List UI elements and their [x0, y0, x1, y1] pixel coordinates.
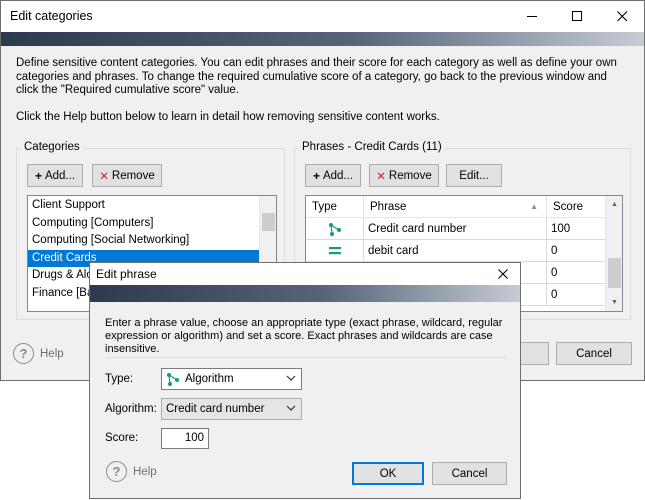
title-bar: Edit categories: [1, 1, 644, 32]
help-label: Help: [40, 347, 64, 360]
algorithm-icon: [328, 222, 341, 236]
phrases-scrollbar-thumb[interactable]: [608, 258, 621, 288]
phrase-row[interactable]: Credit card number 100: [306, 218, 607, 240]
remove-category-button[interactable]: ✕ Remove: [92, 164, 162, 187]
score-column-header[interactable]: Score: [547, 196, 607, 218]
type-label: Type:: [105, 373, 134, 385]
phrases-grid-header: Type Phrase ▲ Score: [306, 196, 607, 218]
category-item[interactable]: Computing [Computers]: [28, 215, 276, 233]
phrase-score-cell: 0: [547, 262, 607, 284]
remove-category-label: Remove: [111, 169, 155, 182]
score-input[interactable]: 100: [161, 428, 209, 449]
dialog-cancel-button[interactable]: Cancel: [432, 462, 507, 485]
add-category-button[interactable]: + Add...: [27, 164, 83, 187]
dialog-title: Edit phrase: [96, 267, 157, 281]
scroll-up-icon[interactable]: ▲: [606, 196, 622, 213]
dialog-help-button[interactable]: ? Help: [106, 461, 157, 482]
exact-phrase-icon: [328, 246, 341, 254]
edit-phrase-button[interactable]: Edit...: [446, 164, 502, 187]
window-title: Edit categories: [10, 9, 93, 23]
algorithm-select-value: Credit card number: [166, 403, 265, 415]
categories-scrollbar-thumb[interactable]: [262, 213, 275, 231]
phrase-score-cell: 0: [547, 240, 607, 262]
type-column-header[interactable]: Type: [306, 196, 364, 218]
score-label: Score:: [105, 432, 139, 444]
dialog-help-label: Help: [133, 465, 157, 478]
minimize-icon: [526, 16, 537, 17]
edit-phrase-label: Edit...: [459, 169, 489, 182]
dialog-close-button[interactable]: [486, 263, 520, 285]
chevron-down-icon: [286, 375, 296, 381]
type-select-value: Algorithm: [185, 373, 234, 385]
category-item[interactable]: Computing [Social Networking]: [28, 232, 276, 250]
scroll-down-icon[interactable]: ▼: [606, 294, 622, 311]
categories-group-label: Categories: [21, 141, 83, 153]
dialog-cancel-label: Cancel: [451, 467, 488, 480]
cancel-button[interactable]: Cancel: [556, 342, 632, 365]
algorithm-select[interactable]: Credit card number: [161, 398, 302, 420]
minimize-button[interactable]: [509, 1, 555, 32]
x-icon: ✕: [99, 170, 109, 183]
type-select[interactable]: Algorithm: [161, 368, 302, 390]
plus-icon: +: [312, 168, 320, 183]
question-icon: ?: [13, 343, 34, 364]
category-item[interactable]: Client Support: [28, 197, 276, 215]
remove-phrase-button[interactable]: ✕ Remove: [369, 164, 439, 187]
add-phrase-button[interactable]: + Add...: [305, 164, 361, 187]
ok-label: OK: [379, 467, 397, 480]
sort-up-icon: ▲: [530, 202, 538, 211]
close-button[interactable]: [599, 1, 645, 32]
phrase-type-cell: [306, 218, 364, 240]
phrase-column-header[interactable]: Phrase ▲: [364, 196, 547, 218]
help-button[interactable]: ? Help: [13, 343, 64, 364]
phrase-score-cell: 100: [547, 218, 607, 240]
algorithm-label: Algorithm:: [105, 403, 157, 415]
question-icon: ?: [106, 461, 127, 482]
phrase-row[interactable]: debit card 0: [306, 240, 607, 262]
ok-button[interactable]: OK: [352, 462, 424, 485]
maximize-button[interactable]: [554, 1, 600, 32]
add-category-label: Add...: [44, 169, 76, 182]
chevron-down-icon: [286, 405, 296, 411]
phrase-text-cell: debit card: [364, 240, 547, 262]
remove-phrase-label: Remove: [388, 169, 432, 182]
cancel-label: Cancel: [576, 347, 612, 360]
dialog-description: Enter a phrase value, choose an appropri…: [105, 317, 503, 355]
phrase-column-label: Phrase: [370, 201, 407, 213]
edit-phrase-dialog: Edit phrase Enter a phrase value, choose…: [89, 262, 521, 499]
phrases-scrollbar[interactable]: ▲ ▼: [605, 196, 622, 311]
header-banner: [1, 32, 644, 46]
description-text: Define sensitive content categories. You…: [16, 57, 617, 96]
help-hint-text: Click the Help button below to learn in …: [16, 111, 440, 123]
maximize-icon: [571, 11, 582, 21]
dialog-title-bar: Edit phrase: [90, 263, 520, 285]
phrase-score-cell: 0: [547, 284, 607, 306]
phrases-group-label: Phrases - Credit Cards (11): [299, 141, 445, 153]
algorithm-icon: [167, 373, 179, 386]
dialog-header-banner: [90, 285, 520, 302]
x-icon: ✕: [376, 170, 386, 183]
close-icon: [616, 11, 627, 22]
phrase-text-cell: Credit card number: [364, 218, 547, 240]
dialog-separator: [105, 357, 507, 358]
phrase-type-cell: [306, 240, 364, 262]
add-phrase-label: Add...: [322, 169, 354, 182]
close-icon: [498, 269, 508, 279]
plus-icon: +: [34, 168, 42, 183]
